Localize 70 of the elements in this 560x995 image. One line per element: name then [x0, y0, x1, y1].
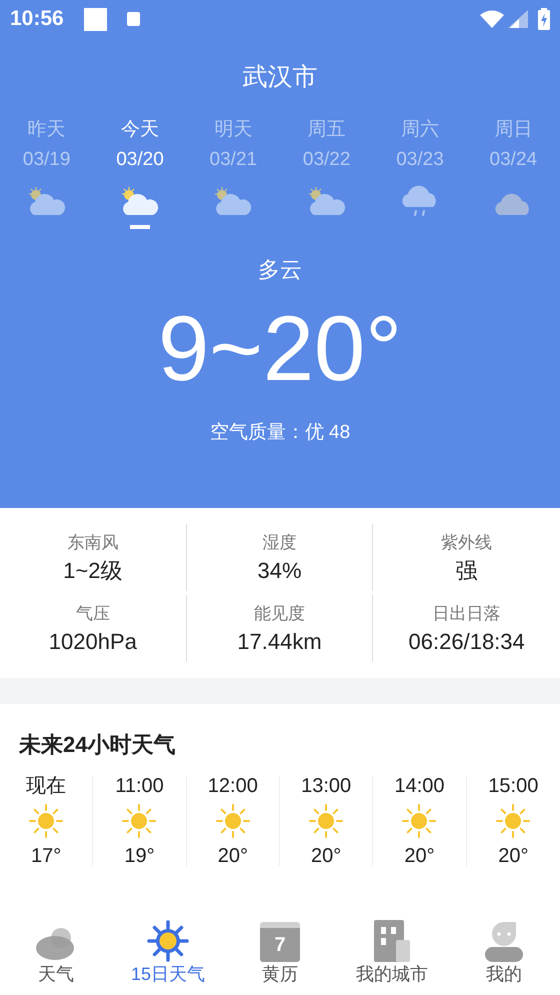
sun-icon — [214, 802, 252, 840]
air-quality: 空气质量：优 48 — [210, 423, 350, 442]
day-tab[interactable]: 周六 03/23 — [373, 120, 467, 229]
detail-label: 日出日落 — [432, 604, 501, 622]
sun-icon — [307, 802, 346, 840]
calendar-day-number: 7 — [274, 935, 286, 955]
day-date: 03/23 — [396, 150, 444, 169]
detail-label: 东南风 — [67, 534, 118, 550]
nav-tab[interactable]: 7 黄历 — [224, 913, 336, 983]
detail-value: 1020hPa — [48, 630, 137, 652]
day-date: 03/24 — [490, 150, 538, 169]
hour-time: 11:00 — [115, 776, 164, 796]
hour-time: 15:00 — [488, 776, 538, 796]
day-label: 周六 — [400, 120, 439, 139]
nav-tab[interactable]: 我的 — [448, 913, 560, 983]
sun-icon — [120, 802, 158, 840]
detail-label: 湿度 — [262, 534, 296, 550]
detail-value: 17.44km — [237, 630, 322, 652]
nav-tab[interactable]: 15日天气 — [112, 913, 224, 983]
building-icon — [374, 920, 410, 962]
day-label: 周五 — [308, 120, 346, 139]
hour-time: 14:00 — [394, 776, 445, 796]
hour-temperature: 20° — [311, 846, 342, 866]
day-tab[interactable]: 周日 03/24 — [466, 120, 560, 229]
detail-value: 强 — [456, 560, 478, 582]
city-name: 武汉市 — [242, 65, 318, 90]
detail-label: 气压 — [76, 604, 110, 622]
notification-square-icon — [84, 8, 107, 30]
day-date: 03/19 — [22, 150, 70, 169]
day-tab[interactable]: 今天 03/20 — [93, 120, 187, 229]
status-time: 10:56 — [10, 6, 64, 32]
day-label: 昨天 — [28, 120, 66, 139]
hour-time: 现在 — [26, 776, 66, 796]
day-label: 今天 — [120, 120, 159, 139]
battery-charging-icon — [538, 8, 550, 30]
day-date: 03/22 — [302, 150, 350, 169]
day-tab[interactable]: 明天 03/21 — [186, 120, 280, 229]
hourly-title: 未来24小时天气 — [18, 731, 176, 756]
nav-tab[interactable]: 天气 — [0, 913, 112, 983]
detail-label: 紫外线 — [441, 534, 492, 550]
sun-icon — [147, 920, 189, 962]
keyboard-notification-icon — [126, 12, 140, 26]
wifi-icon — [480, 10, 504, 28]
day-date: 03/20 — [116, 150, 164, 169]
signal-icon — [508, 10, 528, 28]
day-label: 明天 — [214, 120, 252, 139]
weather-condition: 多云 — [258, 259, 302, 281]
detail-value: 06:26/18:34 — [408, 630, 525, 652]
day-date: 03/21 — [210, 150, 258, 169]
sun-icon — [494, 802, 532, 840]
selected-indicator — [130, 225, 150, 229]
hour-temperature: 19° — [124, 846, 155, 866]
hour-time: 12:00 — [208, 776, 258, 796]
hour-time: 13:00 — [301, 776, 352, 796]
hour-temperature: 20° — [404, 846, 435, 866]
detail-value: 1~2级 — [63, 560, 122, 582]
sun-icon — [400, 802, 438, 840]
hour-temperature: 20° — [218, 846, 248, 866]
detail-value: 34% — [257, 560, 302, 582]
temperature-range: 9~20° — [158, 303, 402, 395]
day-tab[interactable]: 昨天 03/19 — [0, 120, 94, 229]
day-label: 周日 — [494, 120, 532, 139]
sun-icon — [27, 802, 66, 840]
hour-temperature: 17° — [31, 846, 62, 866]
detail-label: 能见度 — [254, 604, 305, 622]
hour-temperature: 20° — [498, 846, 528, 866]
nav-tab[interactable]: 我的城市 — [336, 913, 448, 983]
person-icon — [485, 920, 523, 962]
cloud-icon — [35, 926, 77, 962]
day-tab[interactable]: 周五 03/22 — [280, 120, 374, 229]
